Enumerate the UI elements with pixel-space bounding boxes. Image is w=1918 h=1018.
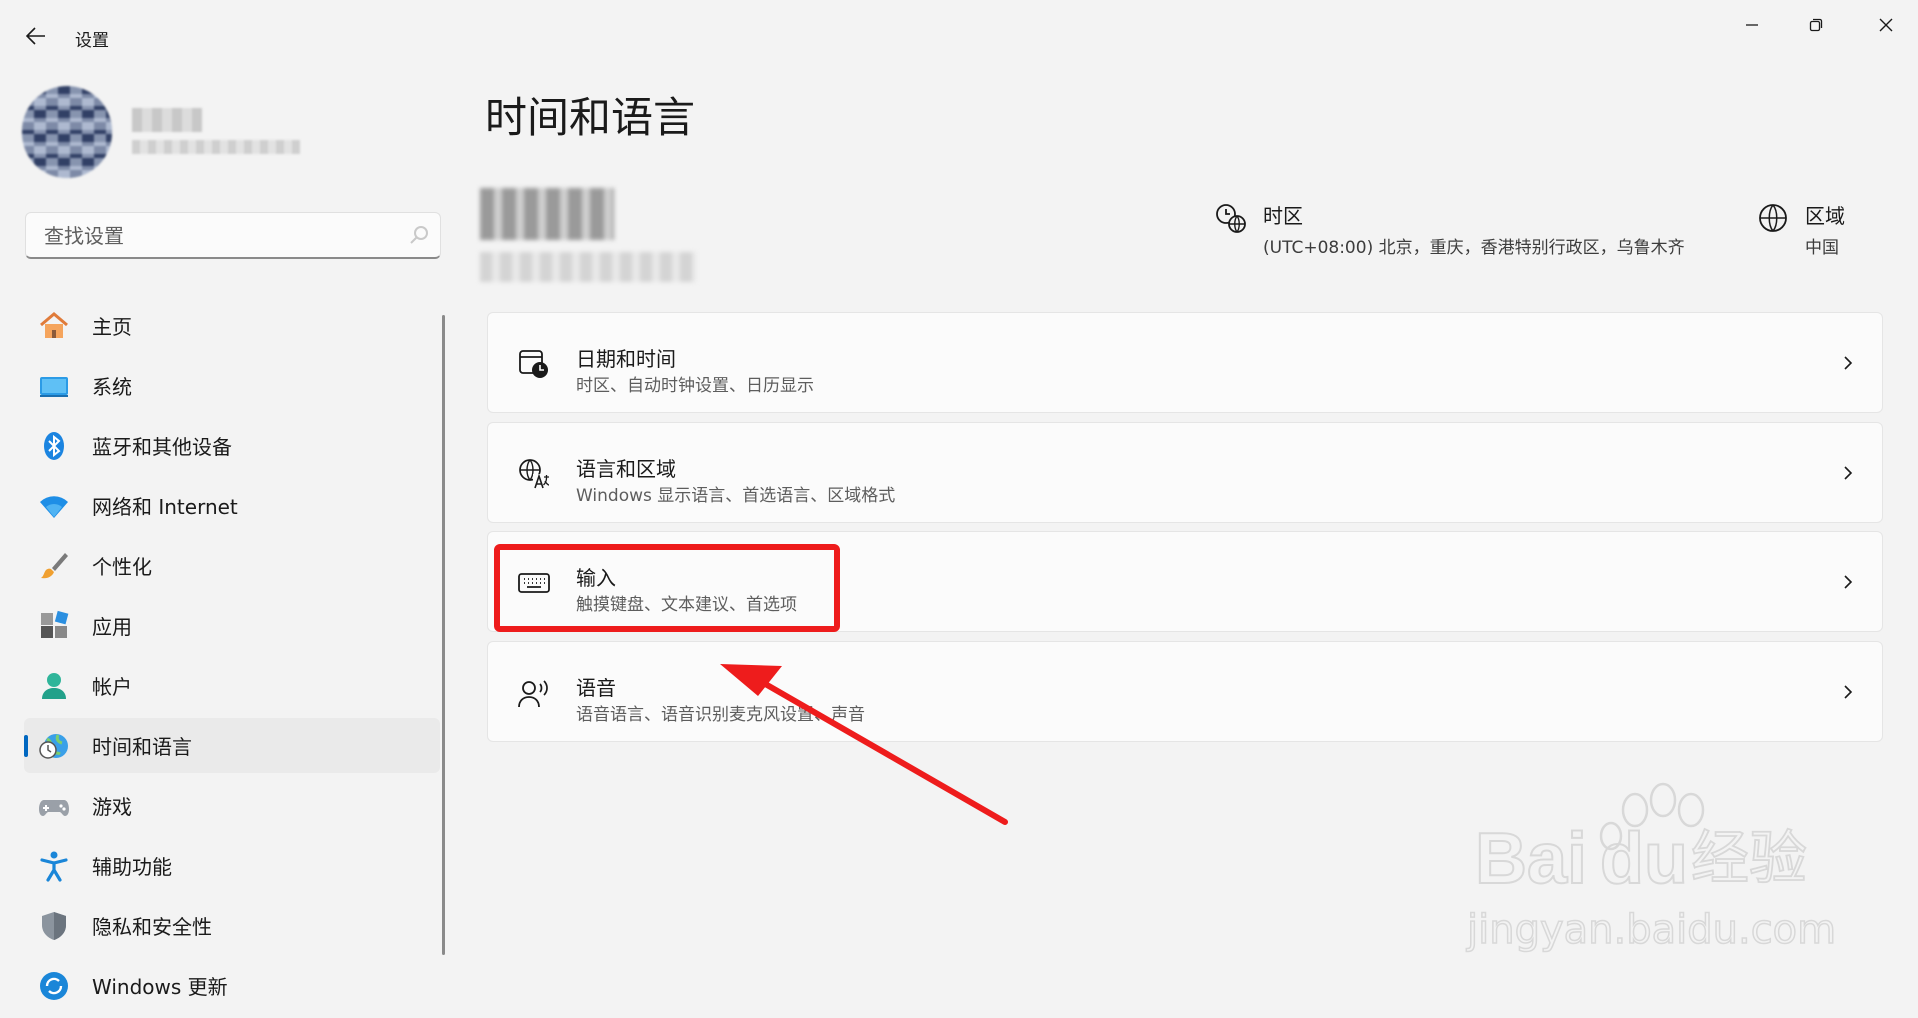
avatar[interactable] [22,86,112,178]
sidebar-item-time-language[interactable]: 时间和语言 [24,718,440,773]
sidebar-item-label: 主页 [92,315,132,339]
sidebar-scrollbar[interactable] [442,315,445,955]
sidebar-item-label: 蓝牙和其他设备 [92,435,232,459]
sidebar-item-label: Windows 更新 [92,975,228,999]
time-language-icon [38,730,70,762]
sidebar-item-system[interactable]: 系统 [24,358,440,413]
page-title: 时间和语言 [485,93,696,142]
sidebar-item-label: 系统 [92,375,132,399]
calendar-clock-icon [516,346,552,382]
annotation-highlight-box [494,544,840,632]
card-title: 语音 [576,676,616,700]
brush-icon [38,550,70,582]
sidebar-item-windows-update[interactable]: Windows 更新 [24,958,440,1013]
watermark-url: jingyan.baidu.com [1466,907,1836,953]
sidebar-item-bluetooth[interactable]: 蓝牙和其他设备 [24,418,440,473]
shield-icon [38,910,70,942]
timezone-icon [1213,200,1249,236]
minimize-button[interactable] [1732,10,1772,40]
annotation-arrow [720,664,1008,825]
timezone-title: 时区 [1263,204,1303,228]
accessibility-icon [38,850,70,882]
search-icon[interactable] [408,223,432,247]
watermark-brand-du: du [1600,819,1688,899]
close-icon [1879,18,1893,32]
profile-email [132,140,300,154]
search-box[interactable] [25,212,441,259]
system-icon [38,370,70,402]
speech-icon [516,675,552,711]
sidebar-item-personalization[interactable]: 个性化 [24,538,440,593]
watermark-cn: 经验 [1691,824,1807,892]
wifi-icon [38,490,70,522]
sidebar-item-gaming[interactable]: 游戏 [24,778,440,833]
card-language-region[interactable]: 语言和区域 Windows 显示语言、首选语言、区域格式 [487,422,1883,523]
device-time-blurred [480,188,614,240]
sidebar-item-home[interactable]: 主页 [24,298,440,353]
baidu-watermark: Bai du 经验 jingyan.baidu.com [1465,782,1837,954]
card-title: 语言和区域 [576,457,676,481]
back-button[interactable] [20,20,52,52]
gamepad-icon [38,790,70,822]
sidebar-item-network[interactable]: 网络和 Internet [24,478,440,533]
sidebar-item-apps[interactable]: 应用 [24,598,440,653]
restore-button[interactable] [1796,10,1836,40]
apps-icon [38,610,70,642]
region-info: 区域 中国 [1755,200,1845,258]
chevron-right-icon [1844,356,1853,370]
sidebar-nav: 主页 系统 蓝牙和其他设备 网络和 Internet 个性化 应用 帐户 时间和… [24,298,440,1018]
sidebar-item-label: 游戏 [92,795,132,819]
sidebar-item-privacy[interactable]: 隐私和安全性 [24,898,440,953]
region-value: 中国 [1805,238,1839,258]
back-arrow-icon [26,27,45,45]
sidebar-item-label: 辅助功能 [92,855,172,879]
card-subtitle: Windows 显示语言、首选语言、区域格式 [576,486,896,506]
sidebar-item-label: 帐户 [92,675,132,699]
chevron-right-icon [1844,466,1853,480]
minimize-icon [1746,24,1758,26]
restore-icon [1809,18,1823,32]
sidebar-item-label: 应用 [92,615,132,639]
sidebar-item-accessibility[interactable]: 辅助功能 [24,838,440,893]
card-date-time[interactable]: 日期和时间 时区、自动时钟设置、日历显示 [487,312,1883,413]
device-date-blurred [480,252,696,282]
profile-name [132,108,202,132]
chevron-right-icon [1844,575,1853,589]
chevron-right-icon [1844,685,1853,699]
account-icon [38,670,70,702]
search-input[interactable] [42,223,406,249]
sidebar-item-label: 时间和语言 [92,735,192,759]
sidebar-item-label: 隐私和安全性 [92,915,212,939]
card-title: 日期和时间 [576,347,676,371]
watermark-brand: Bai [1475,819,1587,899]
sidebar-item-label: 网络和 Internet [92,495,238,519]
close-button[interactable] [1866,10,1906,40]
bluetooth-icon [38,430,70,462]
app-title: 设置 [75,31,109,51]
language-icon [516,456,552,492]
sidebar-item-accounts[interactable]: 帐户 [24,658,440,713]
home-icon [38,310,70,342]
timezone-value: (UTC+08:00) 北京，重庆，香港特别行政区，乌鲁木齐 [1263,238,1685,258]
sidebar-item-label: 个性化 [92,555,152,579]
timezone-info: 时区 (UTC+08:00) 北京，重庆，香港特别行政区，乌鲁木齐 [1213,200,1685,258]
update-icon [38,970,70,1002]
region-title: 区域 [1805,204,1845,228]
globe-icon [1755,200,1791,236]
card-speech[interactable]: 语音 语音语言、语音识别麦克风设置、声音 [487,641,1883,742]
card-subtitle: 时区、自动时钟设置、日历显示 [576,376,814,396]
